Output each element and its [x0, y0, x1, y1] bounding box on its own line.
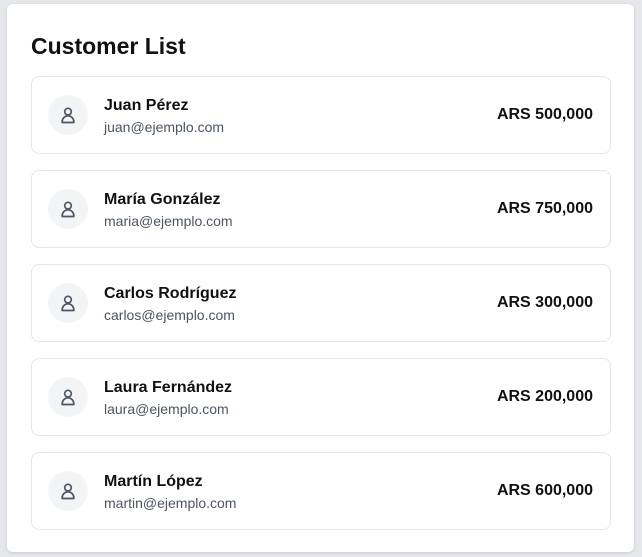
- user-icon: [61, 389, 75, 406]
- customer-card[interactable]: Carlos Rodríguez carlos@ejemplo.com ARS …: [31, 264, 611, 342]
- user-icon: [61, 107, 75, 124]
- avatar: [48, 95, 88, 135]
- user-icon: [61, 201, 75, 218]
- customer-amount: ARS 300,000: [496, 294, 593, 311]
- customer-name: María González: [104, 191, 221, 208]
- user-icon: [61, 295, 75, 312]
- customer-card[interactable]: Juan Pérez juan@ejemplo.com ARS 500,000: [31, 76, 611, 154]
- customer-amount: ARS 600,000: [496, 482, 593, 499]
- avatar: [48, 283, 88, 323]
- user-icon: [61, 483, 75, 500]
- avatar: [48, 377, 88, 417]
- customer-info: María González maria@ejemplo.com: [104, 190, 233, 230]
- customer-name: Laura Fernández: [104, 379, 233, 396]
- avatar: [48, 471, 88, 511]
- avatar: [48, 189, 88, 229]
- customer-amount: ARS 200,000: [496, 388, 593, 405]
- customer-email: carlos@ejemplo.com: [104, 307, 235, 323]
- customer-list-panel: Customer List Juan Pérez juan@ejemplo.co…: [7, 4, 634, 552]
- customer-list: Juan Pérez juan@ejemplo.com ARS 500,000 …: [31, 76, 611, 546]
- customer-card[interactable]: Martín López martin@ejemplo.com ARS 600,…: [31, 452, 611, 530]
- customer-name: Juan Pérez: [104, 97, 189, 114]
- customer-info: Laura Fernández laura@ejemplo.com: [104, 378, 232, 418]
- customer-info: Martín López martin@ejemplo.com: [104, 472, 236, 512]
- customer-email: juan@ejemplo.com: [104, 119, 225, 135]
- customer-amount: ARS 500,000: [496, 106, 593, 123]
- customer-card[interactable]: María González maria@ejemplo.com ARS 750…: [31, 170, 611, 248]
- customer-name: Carlos Rodríguez: [104, 285, 237, 302]
- customer-info: Carlos Rodríguez carlos@ejemplo.com: [104, 284, 236, 324]
- customer-email: maria@ejemplo.com: [104, 213, 233, 229]
- customer-email: martin@ejemplo.com: [104, 495, 237, 511]
- customer-email: laura@ejemplo.com: [104, 401, 229, 417]
- customer-info: Juan Pérez juan@ejemplo.com: [104, 96, 224, 136]
- customer-amount: ARS 750,000: [496, 200, 593, 217]
- page-title: Customer List: [31, 33, 186, 59]
- customer-card[interactable]: Laura Fernández laura@ejemplo.com ARS 20…: [31, 358, 611, 436]
- customer-name: Martín López: [104, 473, 203, 490]
